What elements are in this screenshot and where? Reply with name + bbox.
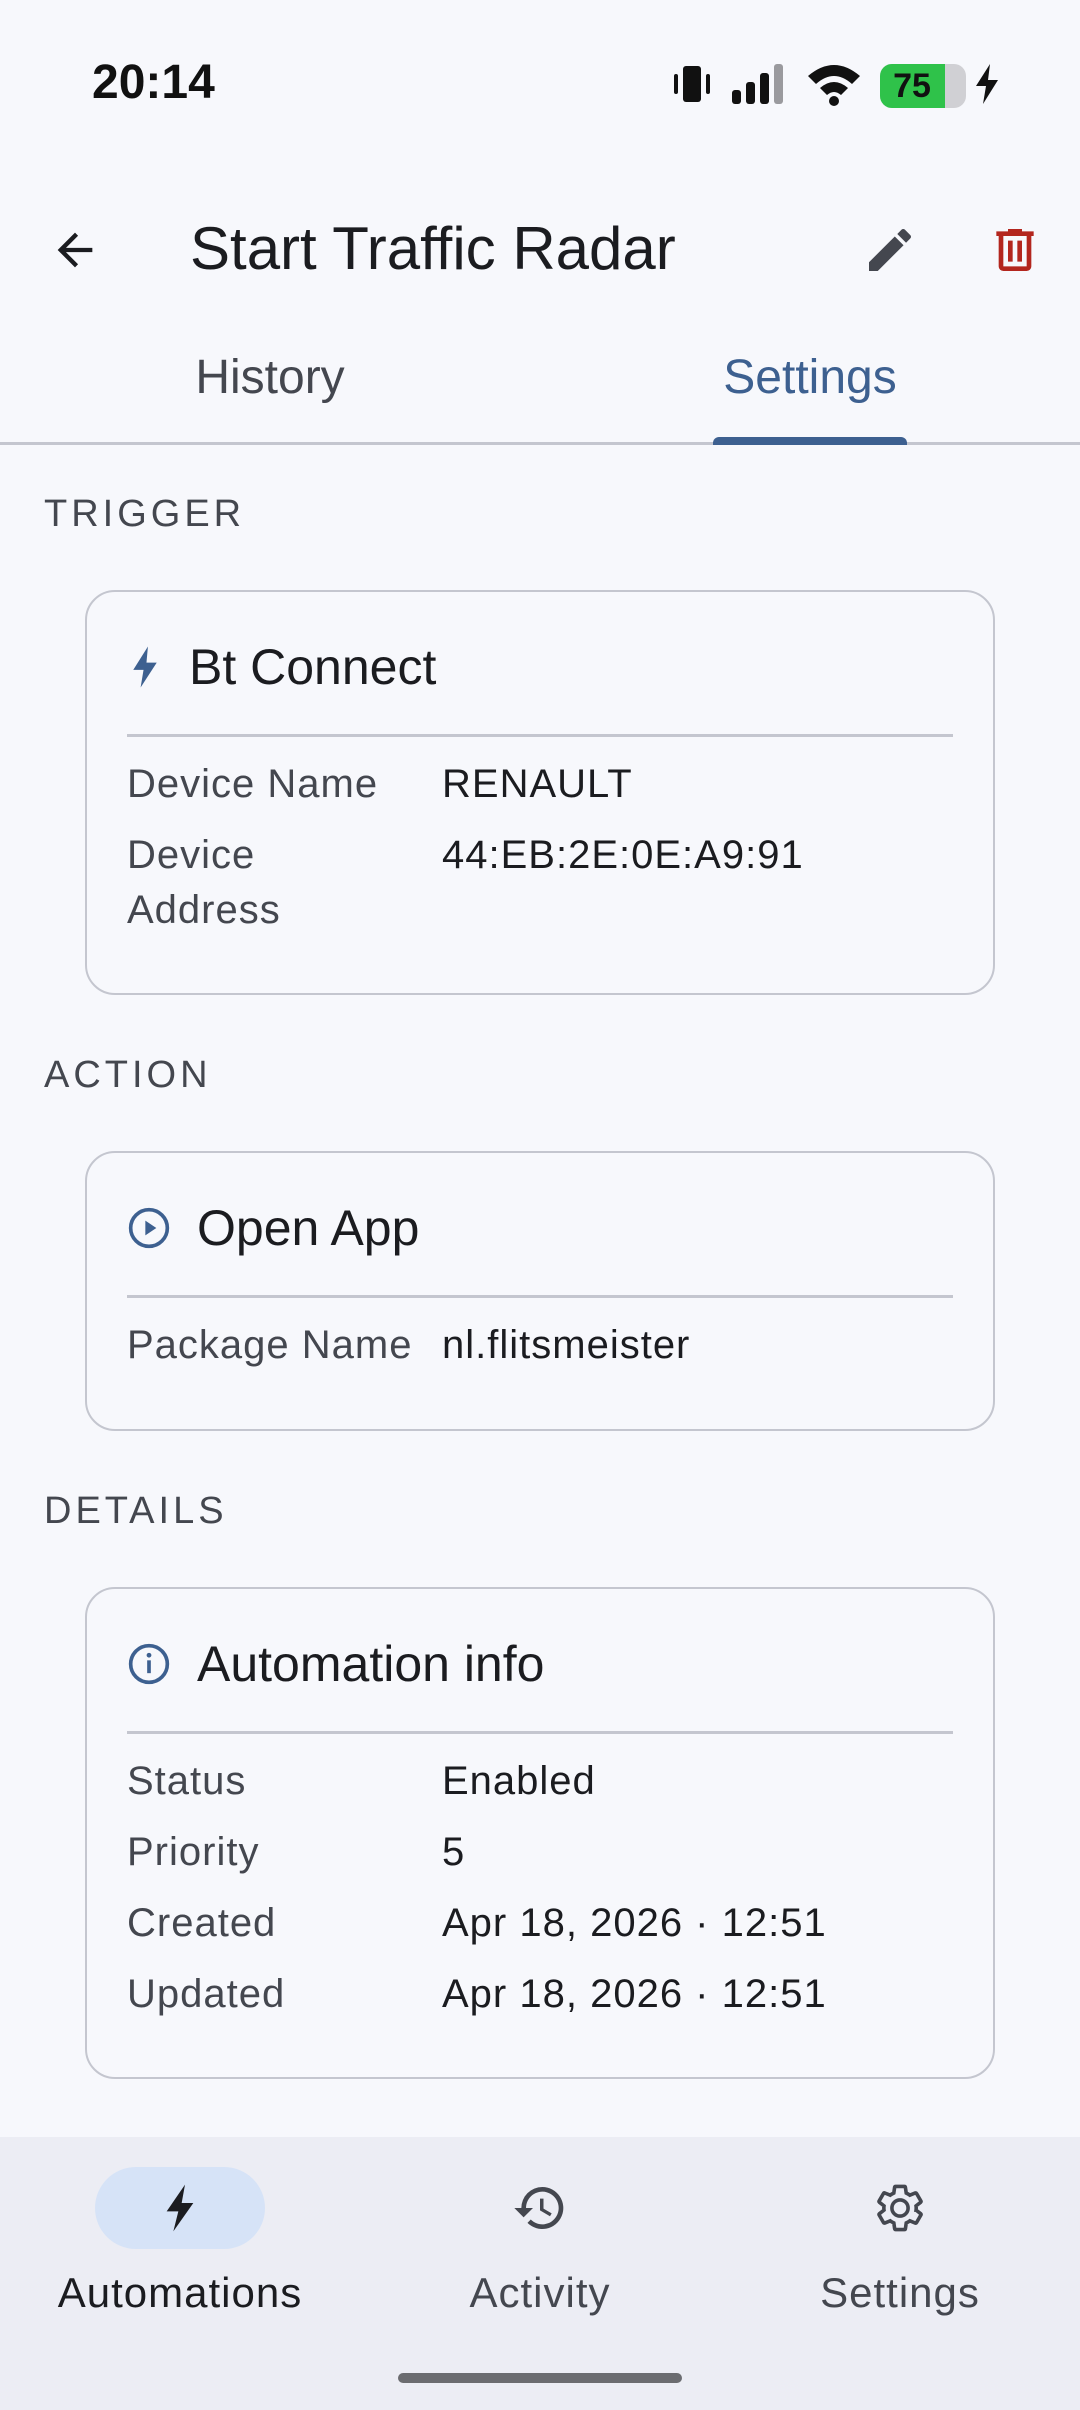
- edit-pencil-icon: [869, 228, 912, 271]
- home-indicator[interactable]: [398, 2373, 682, 2383]
- row-key: Status: [127, 1759, 247, 1803]
- vibrate-icon: [672, 62, 712, 111]
- row-value: Enabled: [442, 1759, 596, 1803]
- details-title: Automation info: [197, 1636, 545, 1692]
- arrow-back-icon: [57, 232, 93, 268]
- action-title: Open App: [197, 1200, 420, 1256]
- nav-pill-active: [95, 2167, 265, 2249]
- row-key: Updated: [127, 1972, 286, 2016]
- row-value: 44:EB:2E:0E:A9:91: [442, 833, 804, 877]
- delete-button[interactable]: [980, 215, 1050, 285]
- details-card: Automation info Status Enabled Priority …: [85, 1587, 995, 2079]
- nav-item-automations[interactable]: Automations: [0, 2167, 360, 2317]
- trigger-card[interactable]: Bt Connect Device Name RENAULT Device Ad…: [85, 590, 995, 995]
- status-bar: 20:14 75: [0, 0, 1080, 170]
- history-icon: [514, 2187, 564, 2229]
- nav-label: Activity: [469, 2269, 611, 2316]
- card-divider: [127, 1295, 953, 1298]
- section-label-action: ACTION: [44, 1054, 212, 1096]
- action-card[interactable]: Open App Package Name nl.flitsmeister: [85, 1151, 995, 1431]
- nav-pill: [815, 2167, 985, 2249]
- card-header: Bt Connect: [127, 637, 436, 697]
- status-icons: 75: [672, 62, 1000, 110]
- tab-history[interactable]: History: [0, 350, 540, 405]
- row-value: RENAULT: [442, 762, 633, 806]
- trigger-title: Bt Connect: [189, 639, 437, 695]
- row-key: Device Name: [127, 762, 379, 806]
- nav-label: Automations: [57, 2269, 303, 2316]
- row-key-line2: Address: [127, 888, 281, 932]
- app-bar: Start Traffic Radar: [0, 190, 1080, 300]
- section-label-details: DETAILS: [44, 1490, 228, 1532]
- row-key: Device Address: [127, 828, 427, 938]
- play-circle-icon: [128, 1207, 170, 1249]
- row-key-line1: Device: [127, 833, 256, 877]
- nav-item-settings[interactable]: Settings: [720, 2167, 1080, 2317]
- row-value: 5: [442, 1830, 466, 1874]
- status-time: 20:14: [92, 56, 215, 109]
- charging-icon: [974, 63, 1000, 109]
- back-button[interactable]: [40, 215, 110, 285]
- info-circle-icon: [128, 1643, 170, 1685]
- card-header: Open App: [127, 1198, 419, 1258]
- nav-label: Settings: [820, 2269, 980, 2316]
- row-value: nl.flitsmeister: [442, 1323, 691, 1367]
- tab-settings[interactable]: Settings: [540, 350, 1080, 405]
- row-value: Apr 18, 2026 · 12:51: [442, 1972, 827, 2016]
- row-key: Package Name: [127, 1323, 413, 1367]
- card-divider: [127, 1731, 953, 1734]
- wifi-icon: [806, 62, 862, 111]
- page-title: Start Traffic Radar: [190, 215, 676, 282]
- signal-icon: [730, 62, 788, 111]
- bolt-icon: [133, 646, 157, 688]
- nav-pill: [455, 2167, 625, 2249]
- row-key: Created: [127, 1901, 277, 1945]
- bottom-navigation: Automations Activity Settings: [0, 2137, 1080, 2410]
- gear-icon: [877, 2184, 923, 2232]
- nav-item-activity[interactable]: Activity: [360, 2167, 720, 2317]
- battery-level-text: 75: [893, 67, 931, 105]
- tab-bar: History Settings: [0, 330, 1080, 445]
- card-header: Automation info: [127, 1634, 544, 1694]
- tab-indicator: [713, 437, 907, 445]
- section-label-trigger: TRIGGER: [44, 493, 246, 535]
- battery-icon: 75: [880, 64, 966, 108]
- trash-icon: [996, 229, 1034, 271]
- row-key: Priority: [127, 1830, 260, 1874]
- bolt-icon: [166, 2184, 194, 2232]
- row-value: Apr 18, 2026 · 12:51: [442, 1901, 827, 1945]
- edit-button[interactable]: [855, 215, 925, 285]
- card-divider: [127, 734, 953, 737]
